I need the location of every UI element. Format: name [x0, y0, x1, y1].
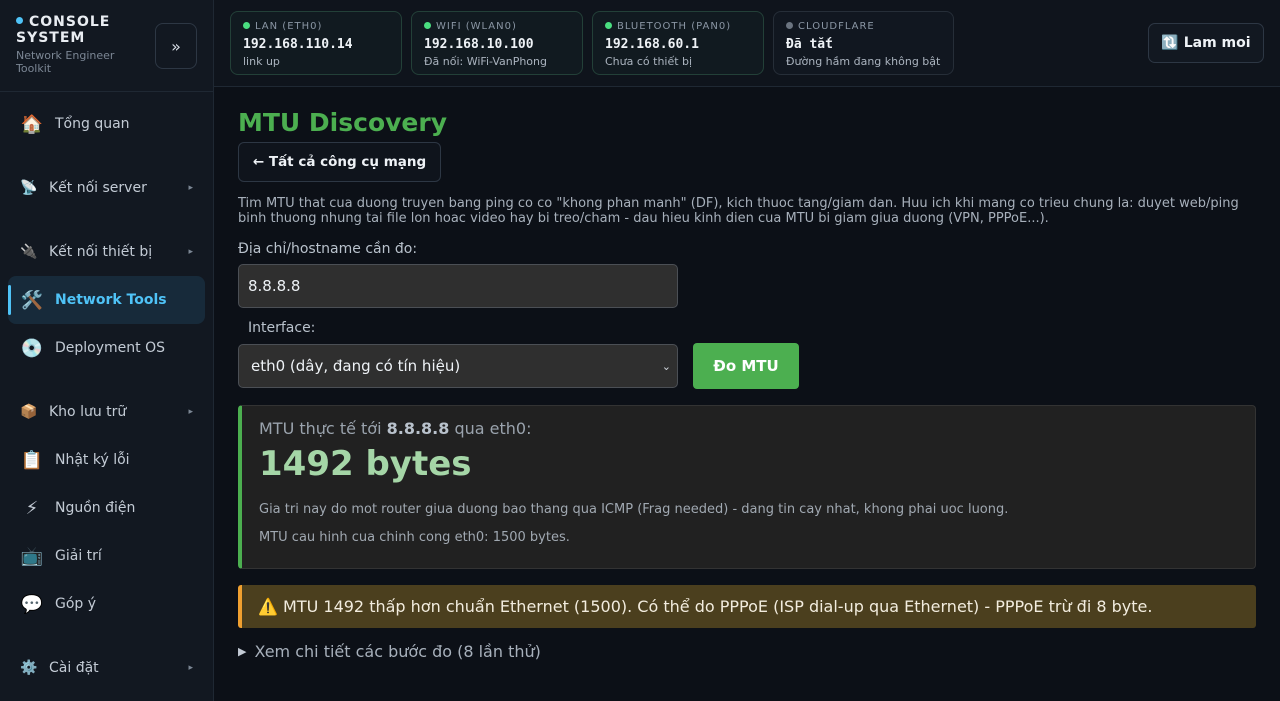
- back-to-tools-button[interactable]: ← Tất cả công cụ mạng: [238, 142, 441, 182]
- configured-mtu-note: MTU cau hinh cua chinh cong eth0: 1500 b…: [259, 530, 570, 545]
- interface-label: Interface:: [248, 320, 316, 336]
- home-icon: 🏠: [20, 113, 44, 135]
- plug-icon: 🔌: [20, 244, 38, 260]
- sidebar-toggle-button[interactable]: »: [155, 23, 197, 69]
- package-icon: 📦: [20, 404, 38, 420]
- sidebar-item-label: Giải trí: [55, 548, 102, 564]
- mtu-result-panel: MTU thực tế tới 8.8.8.8 qua eth0: 1492 b…: [238, 405, 1256, 569]
- page-title: MTU Discovery: [238, 108, 448, 137]
- interface-card-label: WIFI (WLAN0): [424, 20, 570, 34]
- interface-ip: 192.168.110.14: [243, 37, 353, 52]
- interface-ip: 192.168.10.100: [424, 37, 534, 52]
- sidebar-item-deployment-os[interactable]: 💿 Deployment OS: [8, 324, 205, 372]
- tv-icon: 📺: [20, 545, 44, 567]
- interface-card-label: LAN (ETH0): [243, 20, 389, 34]
- interface-name: WIFI (WLAN0): [436, 21, 517, 32]
- sidebar-item-error-log[interactable]: 📋 Nhật ký lỗi: [8, 436, 205, 484]
- sidebar-item-entertainment[interactable]: 📺 Giải trí: [8, 532, 205, 580]
- clipboard-icon: 📋: [20, 449, 44, 471]
- brand-title: CONSOLE SYSTEM: [16, 14, 146, 46]
- interface-select[interactable]: eth0 (dây, đang có tín hiệu) ⌄: [238, 344, 678, 388]
- sidebar: CONSOLE SYSTEM Network Engineer Toolkit …: [0, 0, 214, 701]
- result-target: 8.8.8.8: [386, 419, 450, 438]
- triangle-right-icon: ▶: [238, 645, 247, 658]
- result-note: Gia tri nay do mot router giua duong bao…: [259, 502, 1009, 517]
- interface-card-label: CLOUDFLARE: [786, 20, 941, 34]
- sidebar-item-label: Cài đặt: [49, 660, 99, 676]
- brand-subtitle: Network Engineer Toolkit: [16, 49, 115, 75]
- sidebar-item-label: Kết nối thiết bị: [49, 244, 153, 260]
- warning-text: MTU 1492 thấp hơn chuẩn Ethernet (1500).…: [283, 597, 1153, 616]
- status-dot-icon: [605, 21, 612, 29]
- mtu-warning: ⚠️ MTU 1492 thấp hơn chuẩn Ethernet (150…: [238, 585, 1256, 628]
- host-label: Địa chỉ/hostname cần đo:: [238, 241, 418, 257]
- interface-ip: Đã tắt: [786, 37, 833, 52]
- interface-card-bluetooth[interactable]: BLUETOOTH (PAN0) 192.168.60.1 Chưa có th…: [592, 11, 764, 75]
- result-prefix: MTU thực tế tới: [259, 419, 387, 438]
- sidebar-item-overview[interactable]: 🏠 Tổng quan: [8, 100, 205, 148]
- sidebar-item-label: Nguồn điện: [55, 500, 136, 516]
- sidebar-item-label: Kết nối server: [49, 180, 147, 196]
- sidebar-item-label: Network Tools: [55, 292, 167, 308]
- sidebar-item-label: Kho lưu trữ: [49, 404, 127, 420]
- interface-card-wifi[interactable]: WIFI (WLAN0) 192.168.10.100 Đã nối: WiFi…: [411, 11, 583, 75]
- result-suffix: qua eth0:: [449, 419, 532, 438]
- measure-mtu-button[interactable]: Đo MTU: [693, 343, 799, 389]
- sidebar-item-storage[interactable]: 📦 Kho lưu trữ ▸: [8, 388, 205, 436]
- interface-card-lan[interactable]: LAN (ETH0) 192.168.110.14 link up: [230, 11, 402, 75]
- tools-icon: 🛠️: [20, 289, 44, 311]
- interface-select-value: eth0 (dây, đang có tín hiệu): [251, 357, 461, 375]
- interface-status: Đã nối: WiFi-VanPhong: [424, 55, 547, 68]
- disc-icon: 💿: [20, 337, 44, 359]
- chat-icon: 💬: [20, 593, 44, 615]
- status-dot-icon: [786, 21, 793, 29]
- interface-ip: 192.168.60.1: [605, 37, 699, 52]
- caret-right-icon: ▸: [188, 663, 193, 673]
- interface-card-label: BLUETOOTH (PAN0): [605, 20, 751, 34]
- details-label: Xem chi tiết các bước đo (8 lần thử): [254, 642, 541, 661]
- lightning-icon: ⚡: [25, 497, 39, 519]
- interface-name: CLOUDFLARE: [798, 21, 875, 32]
- measurement-details-toggle[interactable]: ▶ Xem chi tiết các bước đo (8 lần thử): [238, 642, 541, 661]
- interface-name: BLUETOOTH (PAN0): [617, 21, 732, 32]
- sidebar-item-device-connections[interactable]: 🔌 Kết nối thiết bị ▸: [8, 228, 205, 276]
- interface-status: link up: [243, 55, 280, 68]
- interface-status: Chưa có thiết bị: [605, 55, 693, 68]
- brand: CONSOLE SYSTEM Network Engineer Toolkit …: [0, 0, 213, 92]
- caret-right-icon: ▸: [188, 247, 193, 257]
- caret-right-icon: ▸: [188, 183, 193, 193]
- interface-status: Đường hầm đang không bật: [786, 55, 941, 68]
- warning-icon: ⚠️: [258, 597, 278, 616]
- result-heading: MTU thực tế tới 8.8.8.8 qua eth0:: [259, 418, 1238, 440]
- status-dot-icon: [16, 16, 23, 24]
- sidebar-item-settings[interactable]: ⚙️ Cài đặt ▸: [8, 644, 205, 692]
- interface-name: LAN (ETH0): [255, 21, 323, 32]
- satellite-icon: 📡: [20, 180, 38, 196]
- sidebar-item-network-tools[interactable]: 🛠️ Network Tools: [8, 276, 205, 324]
- sidebar-item-label: Góp ý: [55, 596, 97, 612]
- mtu-value: 1492 bytes: [259, 444, 472, 484]
- tool-description: Tim MTU that cua duong truyen bang ping …: [238, 196, 1239, 226]
- host-input[interactable]: 8.8.8.8: [238, 264, 678, 308]
- brand-title-text: CONSOLE SYSTEM: [16, 14, 111, 46]
- sidebar-item-label: Tổng quan: [55, 116, 130, 132]
- sidebar-item-server-connections[interactable]: 📡 Kết nối server ▸: [8, 164, 205, 212]
- status-dot-icon: [243, 21, 250, 29]
- caret-right-icon: ▸: [188, 407, 193, 417]
- interface-card-cloudflare[interactable]: CLOUDFLARE Đã tắt Đường hầm đang không b…: [773, 11, 954, 75]
- gear-icon: ⚙️: [20, 660, 38, 676]
- interface-status-bar: LAN (ETH0) 192.168.110.14 link up WIFI (…: [214, 0, 1280, 87]
- chevron-down-icon: ⌄: [661, 359, 671, 373]
- refresh-button[interactable]: 🔃 Lam moi: [1148, 23, 1264, 63]
- sidebar-item-label: Deployment OS: [55, 340, 165, 356]
- sidebar-item-label: Nhật ký lỗi: [55, 452, 130, 468]
- sidebar-item-power[interactable]: ⚡ Nguồn điện: [8, 484, 205, 532]
- sidebar-item-feedback[interactable]: 💬 Góp ý: [8, 580, 205, 628]
- status-dot-icon: [424, 21, 431, 29]
